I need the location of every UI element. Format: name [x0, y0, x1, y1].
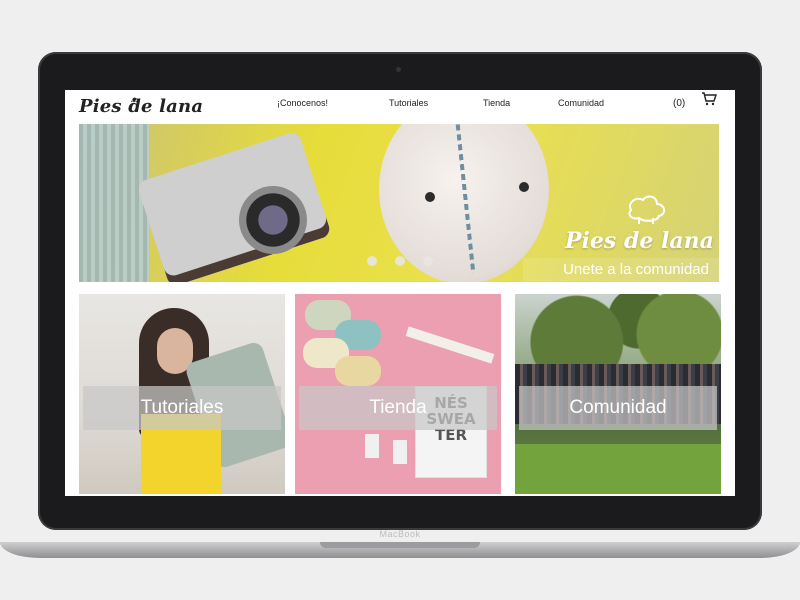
slider-dot-1[interactable]: [367, 256, 377, 266]
webcam: [396, 67, 401, 72]
card-label-comunidad[interactable]: Comunidad: [519, 386, 717, 430]
knitting-needles: [405, 326, 495, 364]
camera-lens: [239, 186, 307, 254]
stage: ᴥ Pies de lana ¡Conocenos! Tutoriales Ti…: [0, 0, 800, 600]
product-tag: [393, 440, 407, 464]
cart-icon[interactable]: [701, 92, 717, 106]
slider-dot-2[interactable]: [395, 256, 405, 266]
trees: [515, 294, 721, 374]
website-screen: ᴥ Pies de lana ¡Conocenos! Tutoriales Ti…: [65, 90, 735, 496]
laptop-base-notch: [320, 542, 480, 548]
hero-cta[interactable]: Unete a la comunidad: [523, 258, 719, 282]
nav-tienda[interactable]: Tienda: [483, 98, 510, 108]
cart-count[interactable]: (0): [673, 98, 685, 109]
laptop-brand-label: MacBook: [379, 529, 421, 539]
grass: [515, 444, 721, 494]
card-tienda[interactable]: NÉS SWEA TER Tienda: [295, 294, 501, 494]
card-label-tutoriales[interactable]: Tutoriales: [83, 386, 281, 430]
card-label-tienda[interactable]: Tienda: [299, 386, 497, 430]
sheep-icon: ᴥ: [131, 94, 138, 104]
site-logo-text: Pies de lana: [79, 96, 204, 117]
amigurumi-eye-right: [519, 182, 529, 192]
hero-banner[interactable]: Pies de lana Unete a la comunidad: [79, 124, 719, 282]
hero-logo-text: Pies de lana: [565, 228, 714, 254]
card-comunidad[interactable]: Comunidad: [515, 294, 721, 494]
sheep-icon: [628, 195, 665, 224]
nav-comunidad[interactable]: Comunidad: [558, 98, 604, 108]
site-logo[interactable]: ᴥ Pies de lana: [79, 94, 204, 117]
yarn-skein: [335, 356, 381, 386]
product-tag: [365, 434, 379, 458]
nav-tutoriales[interactable]: Tutoriales: [389, 98, 428, 108]
card-tutoriales[interactable]: Tutoriales: [79, 294, 285, 494]
knitted-fabric: [79, 124, 149, 282]
site-header: ᴥ Pies de lana ¡Conocenos! Tutoriales Ti…: [65, 90, 735, 122]
slider-dot-3[interactable]: [423, 256, 433, 266]
amigurumi-eye-left: [425, 192, 435, 202]
nav-conocenos[interactable]: ¡Conocenos!: [277, 98, 328, 108]
